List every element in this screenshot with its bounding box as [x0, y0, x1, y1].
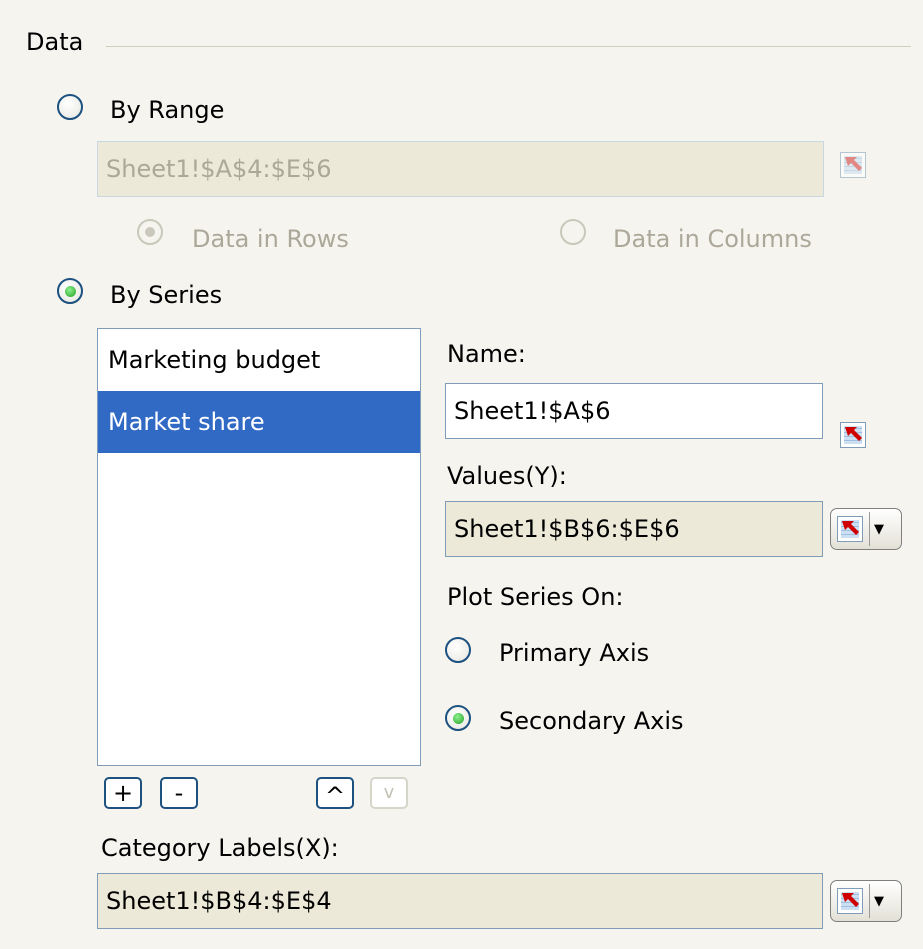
- range-input: Sheet1!$A$4:$E$6: [97, 141, 824, 197]
- add-series-button[interactable]: +: [104, 777, 142, 809]
- group-divider: [106, 46, 911, 47]
- values-picker-button[interactable]: ▼: [830, 508, 902, 550]
- remove-series-button[interactable]: -: [160, 777, 198, 809]
- category-labels-label: Category Labels(X):: [101, 834, 339, 862]
- name-input[interactable]: Sheet1!$A$6: [445, 383, 823, 439]
- name-label: Name:: [447, 340, 526, 368]
- category-labels-input[interactable]: Sheet1!$B$4:$E$4: [97, 873, 823, 929]
- series-list-item-selected[interactable]: Market share: [98, 391, 420, 453]
- dropdown-arrow-icon[interactable]: ▼: [874, 522, 884, 537]
- by-series-label[interactable]: By Series: [110, 281, 222, 309]
- data-in-columns-radio: [560, 219, 586, 245]
- by-series-radio[interactable]: [57, 278, 83, 304]
- values-label: Values(Y):: [447, 462, 567, 490]
- series-list[interactable]: Marketing budget Market share: [97, 328, 421, 766]
- plot-series-on-label: Plot Series On:: [447, 583, 624, 611]
- data-group-title: Data: [26, 28, 84, 56]
- range-select-icon: [837, 888, 863, 914]
- category-picker-button[interactable]: ▼: [830, 880, 902, 922]
- range-select-icon[interactable]: [840, 422, 866, 448]
- range-select-icon: [840, 152, 866, 178]
- range-select-icon: [837, 516, 863, 542]
- secondary-axis-label[interactable]: Secondary Axis: [499, 707, 684, 735]
- series-list-item[interactable]: Marketing budget: [98, 329, 420, 391]
- chevron-up-icon: ^: [324, 782, 346, 810]
- by-range-radio[interactable]: [57, 94, 83, 120]
- move-up-button[interactable]: ^: [316, 777, 354, 809]
- primary-axis-label[interactable]: Primary Axis: [499, 639, 649, 667]
- dropdown-arrow-icon[interactable]: ▼: [874, 894, 884, 909]
- secondary-axis-radio[interactable]: [445, 705, 471, 731]
- by-range-label[interactable]: By Range: [110, 96, 224, 124]
- data-in-rows-label: Data in Rows: [192, 225, 349, 253]
- data-in-rows-radio: [137, 219, 163, 245]
- move-down-button: v: [370, 777, 408, 809]
- data-in-columns-label: Data in Columns: [613, 225, 812, 253]
- primary-axis-radio[interactable]: [445, 637, 471, 663]
- values-input[interactable]: Sheet1!$B$6:$E$6: [445, 501, 823, 557]
